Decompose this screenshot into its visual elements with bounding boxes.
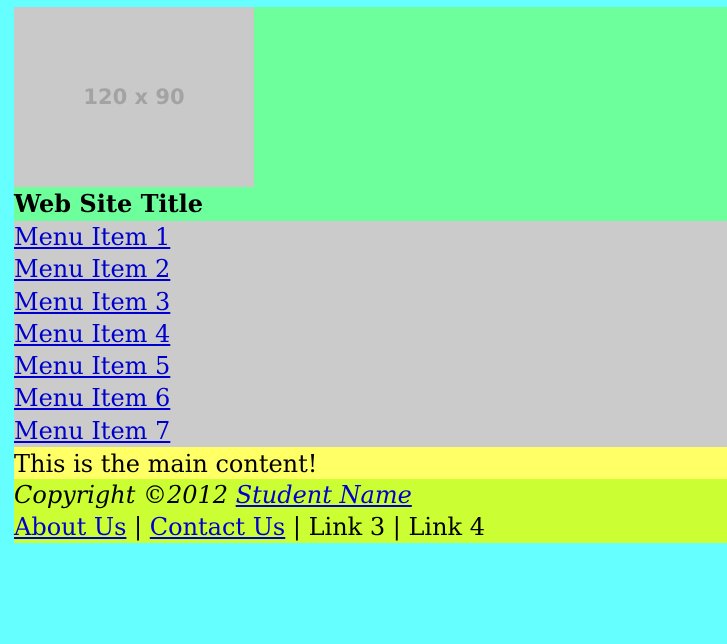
menu-item-6[interactable]: Menu Item 6 (14, 382, 727, 414)
author-link[interactable]: Student Name (236, 481, 412, 509)
footer-separator: | (385, 513, 409, 542)
link-4: Link 4 (408, 513, 485, 542)
menu-item-4[interactable]: Menu Item 4 (14, 318, 727, 350)
about-us-link[interactable]: About Us (14, 513, 126, 541)
logo-placeholder-label: 120 x 90 (83, 85, 185, 109)
footer-separator: | (126, 513, 150, 542)
menu-item-5[interactable]: Menu Item 5 (14, 350, 727, 382)
contact-us-link[interactable]: Contact Us (150, 513, 285, 541)
footer-separator: | (285, 513, 309, 542)
menu-item-7[interactable]: Menu Item 7 (14, 415, 727, 447)
header: 120 x 90 Web Site Title (14, 7, 727, 221)
menu-item-3[interactable]: Menu Item 3 (14, 286, 727, 318)
link-3: Link 3 (308, 513, 386, 542)
nav-menu: Menu Item 1 Menu Item 2 Menu Item 3 Menu… (14, 221, 727, 448)
menu-item-1[interactable]: Menu Item 1 (14, 221, 727, 253)
logo-placeholder: 120 x 90 (14, 7, 254, 187)
footer: Copyright ©2012 Student Name About Us | … (14, 479, 727, 544)
main-content-text: This is the main content! (14, 450, 318, 479)
copyright-text: Copyright ©2012 (14, 481, 236, 510)
copyright-line: Copyright ©2012 Student Name (14, 479, 727, 511)
menu-item-2[interactable]: Menu Item 2 (14, 253, 727, 285)
main-content: This is the main content! (14, 447, 727, 480)
page-wrapper: 120 x 90 Web Site Title Menu Item 1 Menu… (14, 7, 727, 544)
footer-links: About Us | Contact Us | Link 3 | Link 4 (14, 511, 727, 543)
site-title: Web Site Title (14, 189, 204, 218)
